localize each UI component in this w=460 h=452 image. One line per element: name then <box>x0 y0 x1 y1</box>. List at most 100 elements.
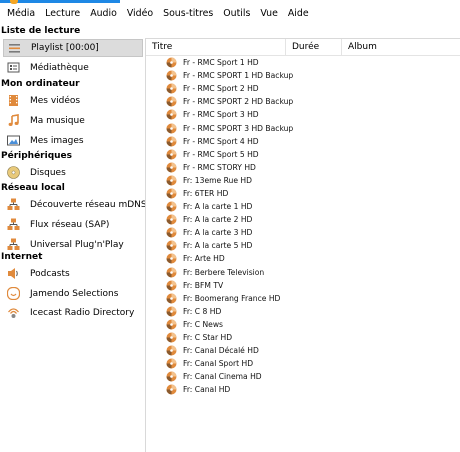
menu-tools[interactable]: Outils <box>218 5 255 23</box>
table-row[interactable]: Fr: A la carte 1 HD <box>146 200 460 213</box>
table-row[interactable]: Fr - RMC SPORT 2 HD Backup <box>146 95 460 108</box>
column-header-album[interactable]: Album <box>342 39 460 55</box>
media-disc-icon <box>166 162 177 173</box>
sidebar-item-label: Universal Plug'n'Play <box>30 239 124 250</box>
table-row[interactable]: Fr - RMC Sport 2 HD <box>146 82 460 95</box>
title-accent-bar <box>0 0 120 3</box>
row-title: Fr - RMC STORY HD <box>183 162 256 172</box>
table-row[interactable]: Fr: C Star HD <box>146 331 460 344</box>
row-title: Fr: A la carte 3 HD <box>183 228 253 238</box>
menu-subtitles[interactable]: Sous-titres <box>158 5 218 23</box>
media-disc-icon <box>166 358 177 369</box>
table-row[interactable]: Fr: 13eme Rue HD <box>146 174 460 187</box>
table-row[interactable]: Fr: BFM TV <box>146 279 460 292</box>
section-title-computer: Mon ordinateur <box>1 79 80 89</box>
table-row[interactable]: Fr: C News <box>146 318 460 331</box>
podcast-icon <box>7 267 20 280</box>
media-disc-icon <box>166 123 177 134</box>
table-row[interactable]: Fr: Canal Sport HD <box>146 357 460 370</box>
sidebar-item-label: Icecast Radio Directory <box>30 307 135 318</box>
row-title: Fr - RMC Sport 5 HD <box>183 149 259 159</box>
sidebar-item-videos[interactable]: Mes vidéos <box>3 91 143 110</box>
playlist-icon <box>8 42 21 55</box>
menu-lecture[interactable]: Lecture <box>40 5 85 23</box>
table-row[interactable]: Fr: A la carte 3 HD <box>146 226 460 239</box>
sidebar-item-jamendo[interactable]: Jamendo Selections <box>3 284 143 303</box>
table-row[interactable]: Fr - RMC Sport 4 HD <box>146 135 460 148</box>
table-row[interactable]: Fr: Boomerang France HD <box>146 292 460 305</box>
sidebar-item-label: Playlist [00:00] <box>31 43 99 53</box>
menu-video[interactable]: Vidéo <box>122 5 158 23</box>
media-disc-icon <box>166 96 177 107</box>
menu-media[interactable]: Média <box>0 5 40 23</box>
section-title-playlist: Liste de lecture <box>1 26 81 36</box>
media-disc-icon <box>166 136 177 147</box>
row-title: Fr: C News <box>183 319 224 329</box>
table-row[interactable]: Fr: Canal Cinema HD <box>146 370 460 383</box>
row-title: Fr: C Star HD <box>183 333 233 343</box>
media-disc-icon <box>166 293 177 304</box>
row-title: Fr - RMC Sport 2 HD <box>183 84 259 94</box>
row-title: Fr: Berbere Television <box>183 267 265 277</box>
sidebar-item-label: Disques <box>30 167 66 178</box>
icecast-icon <box>7 306 20 319</box>
sidebar-item-images[interactable]: Mes images <box>3 131 143 150</box>
table-row[interactable]: Fr: A la carte 5 HD <box>146 239 460 252</box>
table-row[interactable]: Fr: A la carte 2 HD <box>146 213 460 226</box>
table-row[interactable]: Fr - RMC STORY HD <box>146 161 460 174</box>
jamendo-icon <box>7 287 20 300</box>
sidebar-item-label: Flux réseau (SAP) <box>30 219 110 230</box>
table-row[interactable]: Fr: C 8 HD <box>146 305 460 318</box>
sidebar-item-label: Mes images <box>30 135 84 146</box>
film-icon <box>7 94 20 107</box>
row-title: Fr: A la carte 5 HD <box>183 241 253 251</box>
table-row[interactable]: Fr: 6TER HD <box>146 187 460 200</box>
row-title: Fr: Boomerang France HD <box>183 293 281 303</box>
sidebar-item-mdns[interactable]: Découverte réseau mDNS <box>3 195 147 214</box>
sidebar-item-music[interactable]: Ma musique <box>3 111 143 130</box>
media-disc-icon <box>166 83 177 94</box>
media-disc-icon <box>166 267 177 278</box>
media-disc-icon <box>166 175 177 186</box>
sidebar-item-label: Jamendo Selections <box>30 288 119 299</box>
table-row[interactable]: Fr - RMC Sport 3 HD <box>146 108 460 121</box>
column-header-title[interactable]: Titre <box>146 39 286 55</box>
table-row[interactable]: Fr - RMC Sport 5 HD <box>146 148 460 161</box>
row-title: Fr - RMC SPORT 1 HD Backup <box>183 71 294 81</box>
disc-icon <box>7 166 20 179</box>
sidebar-item-label: Ma musique <box>30 115 85 126</box>
media-disc-icon <box>166 57 177 68</box>
menu-help[interactable]: Aide <box>283 5 314 23</box>
row-title: Fr: Arte HD <box>183 254 225 264</box>
sidebar-item-icecast[interactable]: Icecast Radio Directory <box>3 303 143 322</box>
sidebar-item-podcasts[interactable]: Podcasts <box>3 264 143 283</box>
sidebar-item-playlist[interactable]: Playlist [00:00] <box>3 39 143 57</box>
network-icon <box>7 238 20 251</box>
media-disc-icon <box>166 227 177 238</box>
media-disc-icon <box>166 214 177 225</box>
sidebar-item-media-library[interactable]: Médiathèque <box>3 58 143 77</box>
table-row[interactable]: Fr - RMC Sport 1 HD <box>146 56 460 69</box>
column-header-duration[interactable]: Durée <box>286 39 342 55</box>
table-row[interactable]: Fr - RMC SPORT 1 HD Backup <box>146 69 460 82</box>
row-title: Fr: Canal Cinema HD <box>183 372 262 382</box>
vlc-cone-icon <box>10 0 18 4</box>
row-title: Fr: A la carte 1 HD <box>183 202 253 212</box>
media-disc-icon <box>166 109 177 120</box>
table-row[interactable]: Fr: Berbere Television <box>146 266 460 279</box>
network-icon <box>7 218 20 231</box>
menu-audio[interactable]: Audio <box>85 5 122 23</box>
section-title-devices: Périphériques <box>1 151 73 161</box>
table-row[interactable]: Fr - RMC SPORT 3 HD Backup <box>146 121 460 134</box>
row-title: Fr: Canal Sport HD <box>183 359 254 369</box>
table-row[interactable]: Fr: Canal Décalé HD <box>146 344 460 357</box>
media-disc-icon <box>166 306 177 317</box>
playlist-rows: Fr - RMC Sport 1 HD Fr - RMC SPORT 1 HD B… <box>146 56 460 396</box>
sidebar-item-sap[interactable]: Flux réseau (SAP) <box>3 215 143 234</box>
row-title: Fr: A la carte 2 HD <box>183 215 253 225</box>
table-row[interactable]: Fr: Arte HD <box>146 252 460 265</box>
table-row[interactable]: Fr: Canal HD <box>146 383 460 396</box>
menu-view[interactable]: Vue <box>255 5 283 23</box>
sidebar-item-discs[interactable]: Disques <box>3 163 143 182</box>
media-disc-icon <box>166 384 177 395</box>
